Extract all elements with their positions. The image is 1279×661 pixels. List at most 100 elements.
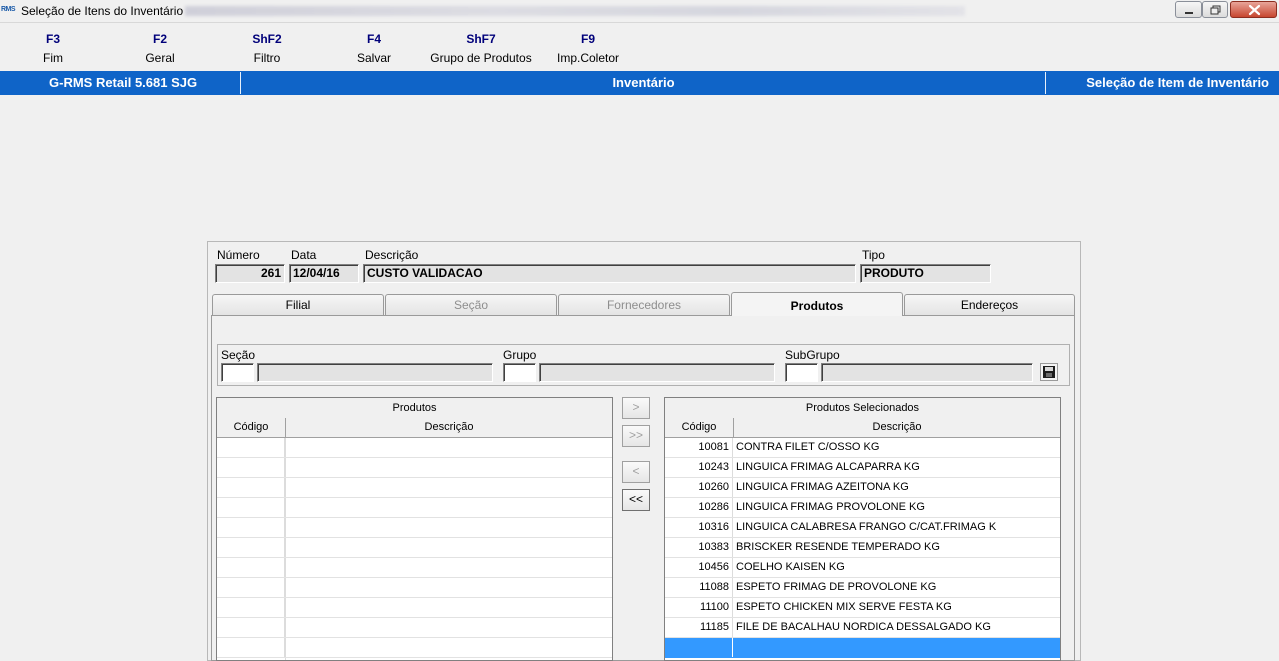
module-title: Inventário	[612, 75, 675, 90]
screen-title: Seleção de Item de Inventário	[1086, 75, 1269, 90]
table-row[interactable]: 10081 CONTRA FILET C/OSSO KG	[665, 438, 1060, 458]
table-row[interactable]	[217, 598, 612, 618]
table-row[interactable]	[217, 498, 612, 518]
table-row[interactable]: 10383 BRISCKER RESENDE TEMPERADO KG	[665, 538, 1060, 558]
table-row[interactable]	[217, 458, 612, 478]
table-row[interactable]: 10316 LINGUICA CALABRESA FRANGO C/CAT.FRI…	[665, 518, 1060, 538]
app-version-label: G-RMS Retail 5.681 SJG	[49, 75, 198, 90]
cell-codigo: 11100	[665, 598, 733, 617]
grupo-code-input[interactable]	[503, 363, 536, 382]
restore-button[interactable]	[1202, 1, 1228, 18]
table-row[interactable]: 10260 LINGUICA FRIMAG AZEITONA KG	[665, 478, 1060, 498]
numero-field[interactable]: 261	[215, 264, 285, 283]
cell-codigo: 10383	[665, 538, 733, 557]
tipo-label: Tipo	[862, 248, 885, 262]
cell-codigo	[217, 438, 285, 457]
shortcut-key-label: F9	[580, 32, 595, 46]
cell-codigo	[217, 638, 285, 657]
title-blurred-path	[185, 6, 965, 16]
cell-codigo	[217, 458, 285, 477]
cell-descricao: LINGUICA FRIMAG AZEITONA KG	[736, 481, 909, 493]
subgrupo-label: SubGrupo	[785, 348, 840, 362]
cell-descricao: ESPETO CHICKEN MIX SERVE FESTA KG	[736, 601, 952, 613]
save-icon[interactable]	[1040, 363, 1058, 381]
table-row[interactable]	[217, 638, 612, 658]
cell-descricao: LINGUICA FRIMAG ALCAPARRA KG	[736, 461, 920, 473]
add-selected-button[interactable]: >	[622, 397, 650, 419]
cell-codigo: 11185	[665, 618, 733, 637]
toolbar-button-label: Imp.Coletor	[556, 51, 620, 65]
descricao-field[interactable]: CUSTO VALIDACAO	[363, 264, 856, 283]
tab-filial[interactable]: Filial	[212, 294, 384, 315]
table-row[interactable]	[217, 578, 612, 598]
subgrupo-code-input[interactable]	[785, 363, 818, 382]
window-title: Seleção de Itens do Inventário	[21, 4, 184, 18]
table-row[interactable]: 11185 FILE DE BACALHAU NORDICA DESSALGADO…	[665, 618, 1060, 638]
cell-codigo	[217, 558, 285, 577]
table-row[interactable]	[217, 538, 612, 558]
produtos-grid[interactable]: Produtos Código Descrição	[216, 397, 613, 661]
cell-codigo	[217, 598, 285, 617]
col-codigo-header[interactable]: Código	[665, 418, 734, 438]
tab-fornecedores[interactable]: Fornecedores	[558, 294, 730, 315]
tab-enderecos[interactable]: Endereços	[904, 294, 1075, 315]
data-label: Data	[291, 248, 317, 262]
col-descricao-header[interactable]: Descrição	[286, 418, 612, 438]
add-all-button[interactable]: >>	[622, 425, 650, 447]
table-row[interactable]	[217, 558, 612, 578]
cell-descricao: BRISCKER RESENDE TEMPERADO KG	[736, 541, 940, 553]
descricao-label: Descrição	[365, 248, 419, 262]
tab-secao[interactable]: Seção	[385, 294, 557, 315]
table-row[interactable]: 10456 COELHO KAISEN KG	[665, 558, 1060, 578]
close-button[interactable]	[1230, 1, 1277, 18]
cell-codigo: 10260	[665, 478, 733, 497]
cell-codigo	[217, 478, 285, 497]
numero-label: Número	[217, 248, 260, 262]
toolbar-button-f9[interactable]: F9 Imp.Coletor	[518, 31, 658, 67]
cell-descricao: LINGUICA FRIMAG PROVOLONE KG	[736, 501, 925, 513]
cell-codigo: 10243	[665, 458, 733, 477]
cell-codigo	[217, 498, 285, 517]
cell-codigo: 10286	[665, 498, 733, 517]
table-row[interactable]	[217, 518, 612, 538]
cell-descricao: ESPETO FRIMAG DE PROVOLONE KG	[736, 581, 937, 593]
grupo-label: Grupo	[503, 348, 537, 362]
app-icon: RMS	[1, 6, 16, 13]
remove-selected-button[interactable]: <	[622, 461, 650, 483]
table-row[interactable]	[217, 478, 612, 498]
tipo-field[interactable]: PRODUTO	[860, 264, 991, 283]
cell-codigo	[665, 638, 733, 657]
cell-codigo	[217, 578, 285, 597]
table-row[interactable]	[217, 438, 612, 458]
cell-codigo	[217, 538, 285, 557]
cell-codigo	[217, 518, 285, 537]
produtos-selecionados-grid[interactable]: Produtos Selecionados Código Descrição 1…	[664, 397, 1061, 661]
cell-codigo: 10456	[665, 558, 733, 577]
selecionados-grid-title: Produtos Selecionados	[665, 398, 1060, 419]
col-codigo-header[interactable]: Código	[217, 418, 286, 438]
selected-empty-row[interactable]	[665, 638, 1060, 658]
minimize-button[interactable]	[1175, 1, 1202, 18]
remove-all-button[interactable]: <<	[622, 489, 650, 511]
secao-desc-field	[257, 363, 493, 382]
grupo-desc-field	[539, 363, 775, 382]
subgrupo-desc-field	[821, 363, 1033, 382]
col-descricao-header[interactable]: Descrição	[734, 418, 1060, 438]
cell-codigo: 11088	[665, 578, 733, 597]
tab-produtos[interactable]: Produtos	[731, 292, 903, 316]
table-row[interactable]	[217, 618, 612, 638]
cell-codigo	[217, 618, 285, 637]
table-row[interactable]: 10243 LINGUICA FRIMAG ALCAPARRA KG	[665, 458, 1060, 478]
data-field[interactable]: 12/04/16	[289, 264, 359, 283]
table-row[interactable]: 10286 LINGUICA FRIMAG PROVOLONE KG	[665, 498, 1060, 518]
cell-descricao: LINGUICA CALABRESA FRANGO C/CAT.FRIMAG K	[736, 521, 997, 533]
secao-code-input[interactable]	[221, 363, 254, 382]
module-header: G-RMS Retail 5.681 SJG Inventário Seleçã…	[0, 71, 1279, 95]
cell-descricao: CONTRA FILET C/OSSO KG	[736, 441, 880, 453]
secao-label: Seção	[221, 348, 256, 362]
table-row[interactable]: 11100 ESPETO CHICKEN MIX SERVE FESTA KG	[665, 598, 1060, 618]
cell-descricao: FILE DE BACALHAU NORDICA DESSALGADO KG	[736, 621, 991, 633]
cell-codigo: 10081	[665, 438, 733, 457]
table-row[interactable]: 11088 ESPETO FRIMAG DE PROVOLONE KG	[665, 578, 1060, 598]
cell-codigo: 10316	[665, 518, 733, 537]
